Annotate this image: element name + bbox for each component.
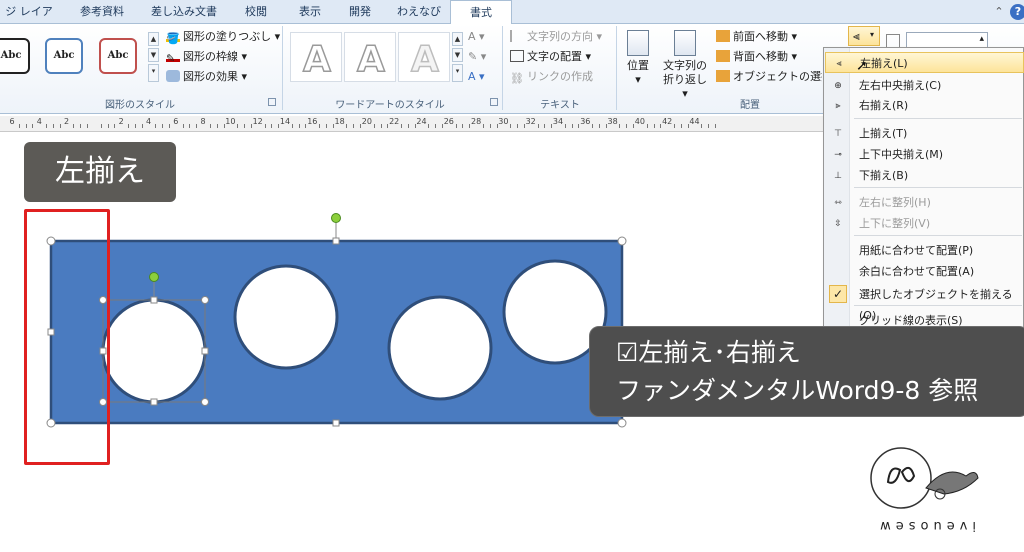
note-line-2: ファンダメンタルWord9-8 参照: [616, 376, 979, 405]
menu-item[interactable]: ✓ 選択したオブジェクトを揃える(O): [825, 284, 1024, 322]
menu-separator: [854, 187, 1022, 188]
menu-item-label: 用紙に合わせて配置(P): [859, 244, 974, 257]
logo-emblem: iveuosew: [870, 447, 979, 533]
resize-handle[interactable]: [150, 296, 158, 304]
menu-separator: [854, 118, 1022, 119]
logo-mark: [886, 466, 916, 484]
align-left-icon: ⫷: [836, 59, 842, 69]
left-edge-highlight: [24, 209, 110, 465]
waenavi-logo: iveuosew: [866, 442, 1006, 547]
menu-item[interactable]: ⇿ 左右に整列(H): [825, 192, 1024, 213]
mouse-cursor-icon: ➚: [856, 58, 868, 74]
menu-item[interactable]: ⊥ 下揃え(B): [825, 165, 1024, 186]
distribute-horizontal-icon: ⇿: [834, 198, 842, 208]
resize-handle[interactable]: [617, 418, 627, 428]
menu-item-label: 上下に整列(V): [859, 217, 931, 230]
resize-handle[interactable]: [617, 236, 627, 246]
menu-item-label: 右揃え(R): [859, 99, 909, 112]
resize-handle[interactable]: [201, 398, 209, 406]
bird-icon: [925, 471, 979, 495]
circle-shape[interactable]: [233, 264, 339, 370]
align-top-icon: ⊤: [834, 129, 842, 139]
logo-text: iveuosew: [875, 518, 976, 533]
resize-handle[interactable]: [201, 296, 209, 304]
circle-shape[interactable]: [101, 298, 207, 404]
align-center-icon: ⊕: [834, 81, 842, 91]
menu-item-label: 上下中央揃え(M): [859, 148, 944, 161]
menu-item[interactable]: ⫸ 右揃え(R): [825, 95, 1024, 116]
logo-ring: [870, 447, 932, 509]
rotation-handle[interactable]: [149, 272, 159, 282]
resize-handle[interactable]: [332, 419, 340, 427]
align-dropdown-menu: ⫷ 左揃え(L) ⊕ 左右中央揃え(C) ⫸ 右揃え(R) ⊤ 上揃え(T) ⊸ 上下中央揃え(M…: [823, 47, 1024, 357]
menu-item-label: 左右中央揃え(C): [859, 79, 942, 92]
circle-shape[interactable]: [387, 295, 493, 401]
menu-item[interactable]: ⊸ 上下中央揃え(M): [825, 144, 1024, 165]
align-right-icon: ⫸: [835, 101, 841, 111]
menu-separator: [854, 235, 1022, 236]
menu-item[interactable]: 余白に合わせて配置(A): [825, 261, 1024, 282]
menu-item-label: 上揃え(T): [859, 127, 908, 140]
caption-label: 左揃え: [24, 142, 176, 202]
align-bottom-icon: ⊥: [834, 171, 842, 181]
menu-item[interactable]: ⫷ 左揃え(L): [825, 52, 1024, 73]
resize-handle[interactable]: [150, 398, 158, 406]
resize-handle[interactable]: [201, 347, 209, 355]
note-line-1: ☑左揃え･右揃え: [616, 338, 801, 367]
menu-item-label: 余白に合わせて配置(A): [859, 265, 975, 278]
reference-note: ☑左揃え･右揃え ファンダメンタルWord9-8 参照: [589, 326, 1024, 417]
menu-item[interactable]: ⇳ 上下に整列(V): [825, 213, 1024, 234]
menu-item-label: 下揃え(B): [859, 169, 909, 182]
distribute-vertical-icon: ⇳: [834, 219, 842, 229]
check-icon: ✓: [829, 285, 847, 303]
menu-item-label: 左右に整列(H): [859, 196, 931, 209]
resize-handle[interactable]: [332, 237, 340, 245]
rotation-handle[interactable]: [331, 213, 341, 223]
menu-item[interactable]: 用紙に合わせて配置(P): [825, 240, 1024, 261]
menu-item[interactable]: ⊕ 左右中央揃え(C): [825, 75, 1024, 96]
align-middle-icon: ⊸: [834, 150, 842, 160]
menu-item[interactable]: ⊤ 上揃え(T): [825, 123, 1024, 144]
